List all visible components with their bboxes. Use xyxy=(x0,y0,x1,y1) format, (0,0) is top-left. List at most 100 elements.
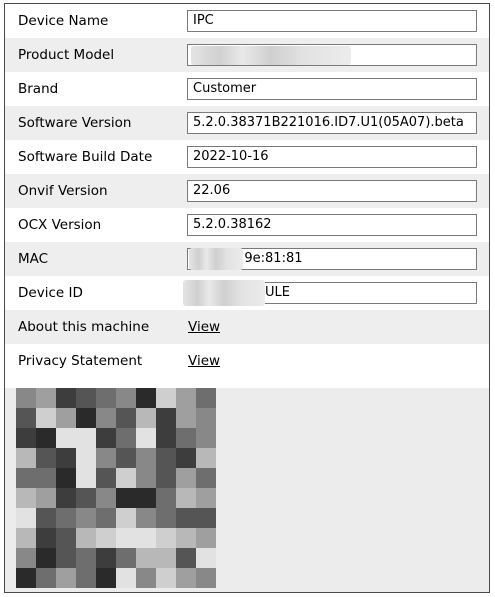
qr-mosaic-cell xyxy=(36,548,56,568)
row-software-version: Software Version 5.2.0.38371B221016.ID7.… xyxy=(5,106,489,140)
ocx-version-label: OCX Version xyxy=(18,217,102,233)
qr-mosaic-cell xyxy=(176,428,196,448)
qr-mosaic-cell xyxy=(16,448,36,468)
software-build-date-label: Software Build Date xyxy=(18,149,153,165)
qr-mosaic-cell xyxy=(16,528,36,548)
qr-mosaic-cell xyxy=(136,568,156,588)
row-ocx-version: OCX Version 5.2.0.38162 xyxy=(5,208,489,242)
qr-mosaic-cell xyxy=(136,428,156,448)
qr-mosaic-cell xyxy=(56,528,76,548)
privacy-view-link[interactable]: View xyxy=(188,344,220,378)
row-about-machine: About this machine View xyxy=(5,310,489,344)
privacy-statement-label: Privacy Statement xyxy=(18,353,143,369)
qr-mosaic-cell xyxy=(16,568,36,588)
qr-mosaic-cell xyxy=(16,388,36,408)
qr-mosaic-cell xyxy=(136,448,156,468)
qr-mosaic-cell xyxy=(116,528,136,548)
qr-mosaic-cell xyxy=(76,528,96,548)
qr-mosaic-cell xyxy=(156,508,176,528)
about-machine-label: About this machine xyxy=(18,319,150,335)
qr-mosaic-cell xyxy=(56,488,76,508)
qr-mosaic-cell xyxy=(36,448,56,468)
onvif-version-field[interactable]: 22.06 xyxy=(187,180,477,202)
qr-mosaic-cell xyxy=(36,388,56,408)
qr-mosaic-cell xyxy=(116,428,136,448)
row-brand: Brand Customer xyxy=(5,72,489,106)
qr-mosaic-cell xyxy=(56,408,76,428)
qr-mosaic-cell xyxy=(76,388,96,408)
qr-mosaic-cell xyxy=(16,428,36,448)
row-product-model: Product Model xyxy=(5,38,489,72)
qr-mosaic-cell xyxy=(116,388,136,408)
qr-mosaic-cell xyxy=(116,468,136,488)
qr-mosaic-cell xyxy=(156,388,176,408)
qr-mosaic-cell xyxy=(56,428,76,448)
qr-mosaic-cell xyxy=(156,468,176,488)
row-mac: MAC :9e:81:81 xyxy=(5,242,489,276)
qr-mosaic-cell xyxy=(96,428,116,448)
ocx-version-field[interactable]: 5.2.0.38162 xyxy=(187,214,477,236)
qr-mosaic-cell xyxy=(196,568,216,588)
onvif-version-label: Onvif Version xyxy=(18,183,108,199)
qr-mosaic-cell xyxy=(136,488,156,508)
qr-mosaic-cell xyxy=(56,568,76,588)
qr-mosaic-cell xyxy=(136,388,156,408)
qr-mosaic-cell xyxy=(116,448,136,468)
qr-mosaic-cell xyxy=(136,408,156,428)
qr-mosaic-cell xyxy=(176,508,196,528)
brand-field[interactable]: Customer xyxy=(187,78,477,100)
qr-mosaic-cell xyxy=(136,548,156,568)
qr-mosaic-cell xyxy=(96,488,116,508)
qr-mosaic-cell xyxy=(56,508,76,528)
mac-label: MAC xyxy=(18,251,49,267)
qr-mosaic-cell xyxy=(116,568,136,588)
qr-mosaic-cell xyxy=(96,448,116,468)
qr-mosaic-cell xyxy=(36,408,56,428)
qr-mosaic-cell xyxy=(196,408,216,428)
qr-mosaic-cell xyxy=(156,548,176,568)
qr-mosaic-cell xyxy=(36,568,56,588)
row-device-id: Device ID ULE xyxy=(5,276,489,310)
qr-mosaic-cell xyxy=(136,528,156,548)
redacted-blur xyxy=(183,280,265,306)
qr-mosaic-cell xyxy=(196,428,216,448)
row-device-name: Device Name IPC xyxy=(5,4,489,38)
about-view-link[interactable]: View xyxy=(188,310,220,344)
qr-mosaic-cell xyxy=(176,448,196,468)
qr-mosaic-cell xyxy=(176,548,196,568)
qr-mosaic-cell xyxy=(76,408,96,428)
qr-mosaic-cell xyxy=(156,448,176,468)
qr-mosaic-cell xyxy=(96,528,116,548)
qr-mosaic-cell xyxy=(16,508,36,528)
device-name-field[interactable]: IPC xyxy=(187,10,477,32)
qr-mosaic-cell xyxy=(36,508,56,528)
qr-mosaic-cell xyxy=(176,568,196,588)
software-version-field[interactable]: 5.2.0.38371B221016.ID7.U1(05A07).beta xyxy=(187,112,477,134)
qr-mosaic-cell xyxy=(96,388,116,408)
qr-mosaic-cell xyxy=(176,468,196,488)
qr-mosaic-cell xyxy=(196,488,216,508)
qr-mosaic-cell xyxy=(96,468,116,488)
qr-mosaic-cell xyxy=(56,548,76,568)
qr-mosaic-cell xyxy=(176,408,196,428)
qr-mosaic-cell xyxy=(196,448,216,468)
qr-mosaic-cell xyxy=(96,568,116,588)
qr-mosaic-cell xyxy=(56,388,76,408)
qr-mosaic-cell xyxy=(96,548,116,568)
qr-mosaic-cell xyxy=(76,468,96,488)
qr-mosaic-cell xyxy=(176,388,196,408)
qr-mosaic-cell xyxy=(76,508,96,528)
qr-mosaic-cell xyxy=(56,448,76,468)
brand-label: Brand xyxy=(18,81,59,97)
row-software-build-date: Software Build Date 2022-10-16 xyxy=(5,140,489,174)
qr-mosaic-cell xyxy=(196,528,216,548)
software-build-date-field[interactable]: 2022-10-16 xyxy=(187,146,477,168)
qr-mosaic-cell xyxy=(156,488,176,508)
software-version-label: Software Version xyxy=(18,115,132,131)
qr-mosaic-cell xyxy=(36,428,56,448)
row-onvif-version: Onvif Version 22.06 xyxy=(5,174,489,208)
qr-mosaic-cell xyxy=(156,428,176,448)
qr-mosaic-cell xyxy=(36,488,56,508)
qr-mosaic-cell xyxy=(196,508,216,528)
qr-mosaic-cell xyxy=(136,468,156,488)
